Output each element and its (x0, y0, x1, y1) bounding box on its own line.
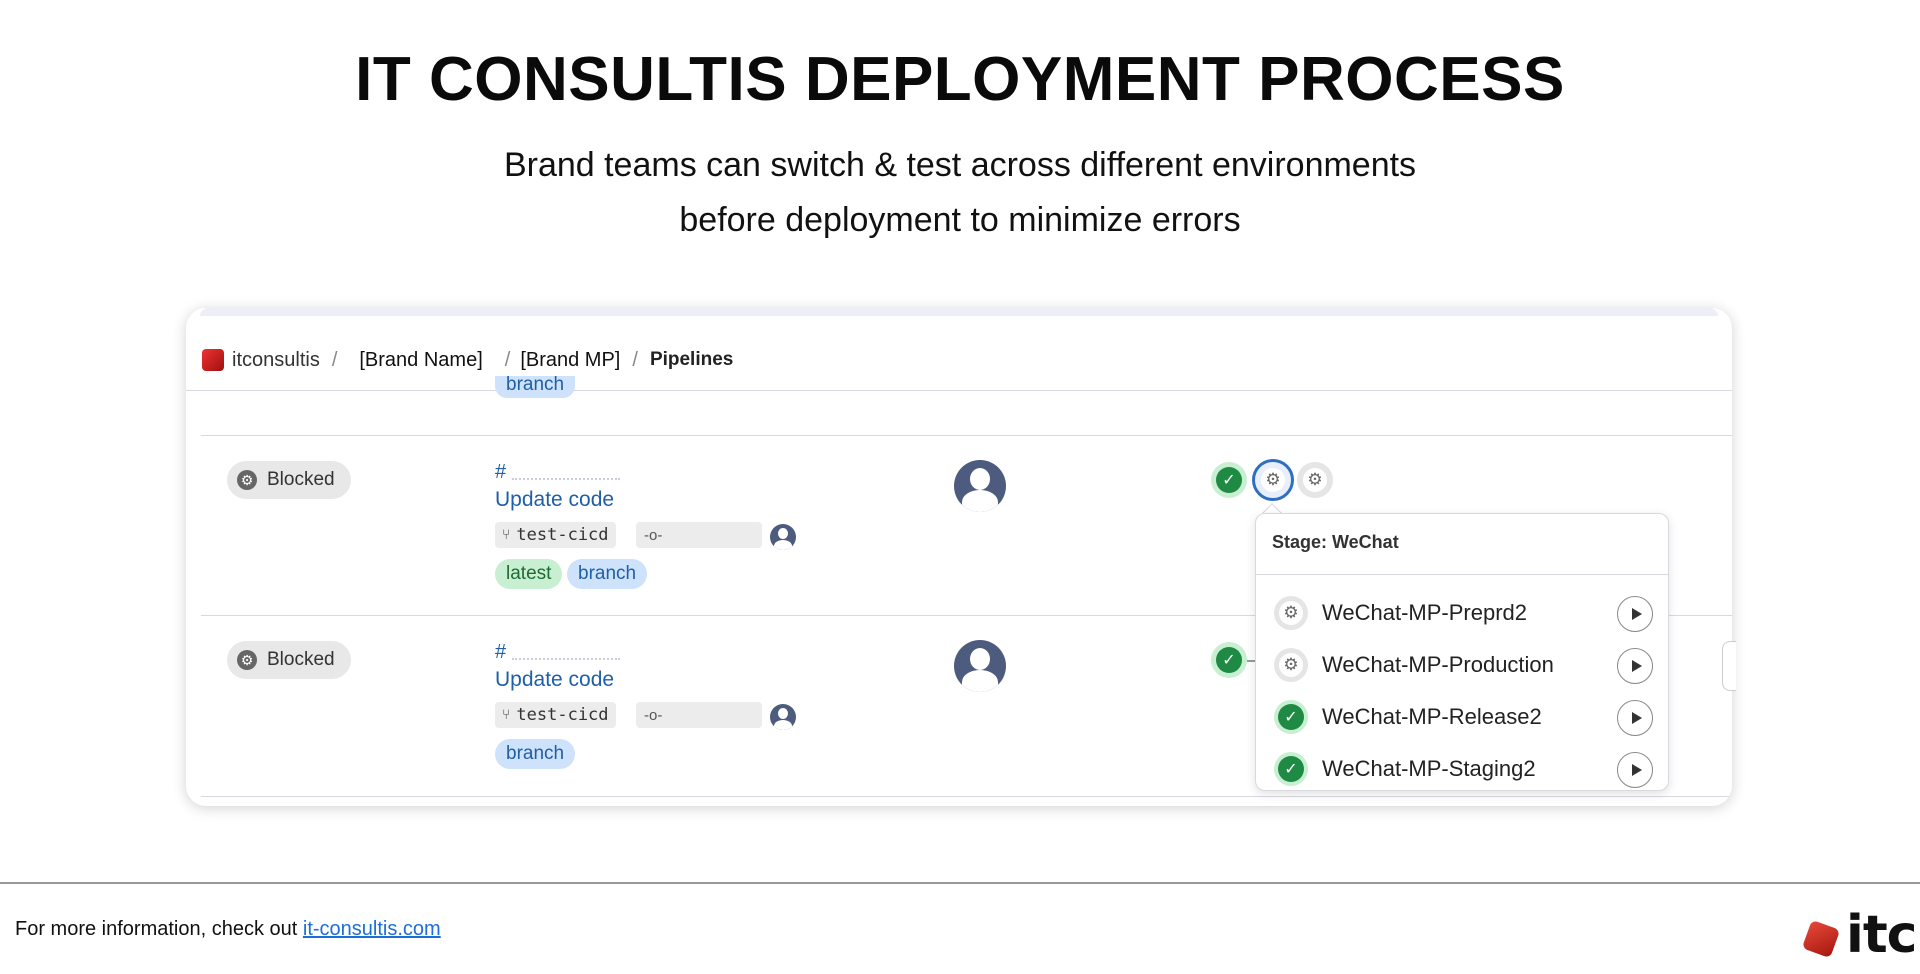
play-icon (1631, 764, 1642, 776)
breadcrumb-project[interactable]: [Brand MP] (520, 349, 620, 372)
play-icon (1631, 608, 1642, 620)
header-divider (186, 390, 1732, 391)
check-icon: ✓ (1216, 647, 1242, 673)
website-link[interactable]: it-consultis.com (303, 918, 441, 940)
row-divider (201, 796, 1732, 797)
subtitle-line-2: before deployment to minimize errors (679, 201, 1241, 239)
page-title: IT CONSULTIS DEPLOYMENT PROCESS (355, 45, 1565, 114)
page-subtitle: Brand teams can switch & test across dif… (0, 138, 1920, 248)
breadcrumb-separator: / (331, 348, 338, 371)
job-item-preprd2[interactable]: ⚙ WeChat-MP-Preprd2 (1256, 587, 1668, 639)
play-job-button[interactable] (1617, 648, 1653, 684)
status-badge-blocked[interactable]: ⚙ Blocked (227, 461, 351, 499)
itc-logo-icon (1801, 919, 1841, 959)
footer-prefix: For more information, check out (15, 918, 303, 940)
ref-tag[interactable]: ⑂ test-cicd (495, 522, 616, 548)
pipeline-id-link[interactable]: # (495, 641, 506, 664)
footer-divider (0, 882, 1920, 884)
job-status-passed: ✓ (1274, 752, 1308, 786)
job-status-manual: ⚙ (1274, 648, 1308, 682)
stage-dropdown-heading: Stage: WeChat (1272, 532, 1399, 552)
job-name[interactable]: WeChat-MP-Production (1322, 652, 1554, 678)
gear-icon: ⚙ (1279, 653, 1303, 677)
gear-icon: ⚙ (237, 650, 257, 670)
job-item-production[interactable]: ⚙ WeChat-MP-Production (1256, 639, 1668, 691)
breadcrumb-org[interactable]: itconsultis (232, 349, 320, 372)
commit-sha-tag[interactable]: -o- (636, 702, 762, 728)
play-job-button[interactable] (1617, 700, 1653, 736)
breadcrumb: itconsultis / [Brand Name] / [Brand MP] … (202, 340, 733, 380)
pipeline-commit-title[interactable]: Update code (495, 488, 614, 512)
stage-dropdown: Stage: WeChat ⚙ WeChat-MP-Preprd2 ⚙ WeCh… (1255, 513, 1669, 791)
pipeline-id-redacted (512, 478, 620, 480)
check-icon: ✓ (1278, 756, 1304, 782)
stage-status-manual-selected[interactable]: ⚙ (1252, 459, 1294, 501)
play-job-button[interactable] (1617, 752, 1653, 788)
stage-connector (1247, 660, 1255, 662)
tag-branch[interactable]: branch (567, 559, 648, 589)
play-icon (1631, 712, 1642, 724)
job-name[interactable]: WeChat-MP-Preprd2 (1322, 600, 1527, 626)
job-status-manual: ⚙ (1274, 596, 1308, 630)
footer-info: For more information, check out it-consu… (15, 918, 441, 941)
brand-wordmark: itc (1846, 905, 1918, 965)
branch-icon: ⑂ (502, 707, 511, 723)
job-item-staging2[interactable]: ✓ WeChat-MP-Staging2 (1256, 743, 1668, 795)
pipeline-commit-title[interactable]: Update code (495, 668, 614, 692)
ref-name: test-cicd (516, 705, 609, 725)
ref-tag[interactable]: ⑂ test-cicd (495, 702, 616, 728)
job-status-passed: ✓ (1274, 700, 1308, 734)
gear-icon: ⚙ (1261, 468, 1285, 492)
breadcrumb-separator: / (632, 348, 638, 371)
check-icon: ✓ (1216, 467, 1242, 493)
side-button-edge[interactable] (1722, 641, 1736, 691)
gear-icon: ⚙ (237, 470, 257, 490)
branch-icon: ⑂ (502, 527, 511, 543)
gear-icon: ⚙ (1279, 601, 1303, 625)
stage-status-passed[interactable]: ✓ (1211, 462, 1247, 498)
status-label: Blocked (267, 649, 335, 670)
play-job-button[interactable] (1617, 596, 1653, 632)
committer-avatar[interactable] (770, 524, 796, 550)
row-divider (201, 435, 1732, 436)
commit-icon: -o- (644, 526, 663, 544)
job-item-release2[interactable]: ✓ WeChat-MP-Release2 (1256, 691, 1668, 743)
brand-logo: itc (1801, 905, 1918, 965)
tag-branch[interactable]: branch (495, 739, 576, 769)
commit-icon: -o- (644, 706, 663, 724)
pipeline-id-redacted (512, 658, 620, 660)
breadcrumb-separator: / (504, 348, 511, 371)
breadcrumb-group[interactable]: [Brand Name] (359, 349, 482, 372)
subtitle-line-1: Brand teams can switch & test across dif… (503, 146, 1417, 184)
stage-status-passed[interactable]: ✓ (1211, 642, 1247, 678)
committer-avatar[interactable] (770, 704, 796, 730)
check-icon: ✓ (1278, 704, 1304, 730)
tag-branch[interactable]: branch (495, 374, 576, 398)
job-name[interactable]: WeChat-MP-Release2 (1322, 704, 1542, 730)
breadcrumb-current-page: Pipelines (649, 349, 734, 370)
triggerer-avatar[interactable] (954, 460, 1006, 512)
tag-latest[interactable]: latest (495, 559, 563, 589)
status-badge-blocked[interactable]: ⚙ Blocked (227, 641, 351, 679)
org-logo-icon (202, 349, 224, 371)
commit-sha-tag[interactable]: -o- (636, 522, 762, 548)
job-name[interactable]: WeChat-MP-Staging2 (1322, 756, 1536, 782)
stage-dropdown-divider (1256, 574, 1668, 575)
card-top-edge (200, 308, 1718, 316)
triggerer-avatar[interactable] (954, 640, 1006, 692)
gear-icon: ⚙ (1303, 468, 1327, 492)
pipeline-id-link[interactable]: # (495, 461, 506, 484)
play-icon (1631, 660, 1642, 672)
ref-name: test-cicd (516, 525, 609, 545)
stage-status-manual[interactable]: ⚙ (1297, 462, 1333, 498)
status-label: Blocked (267, 469, 335, 490)
